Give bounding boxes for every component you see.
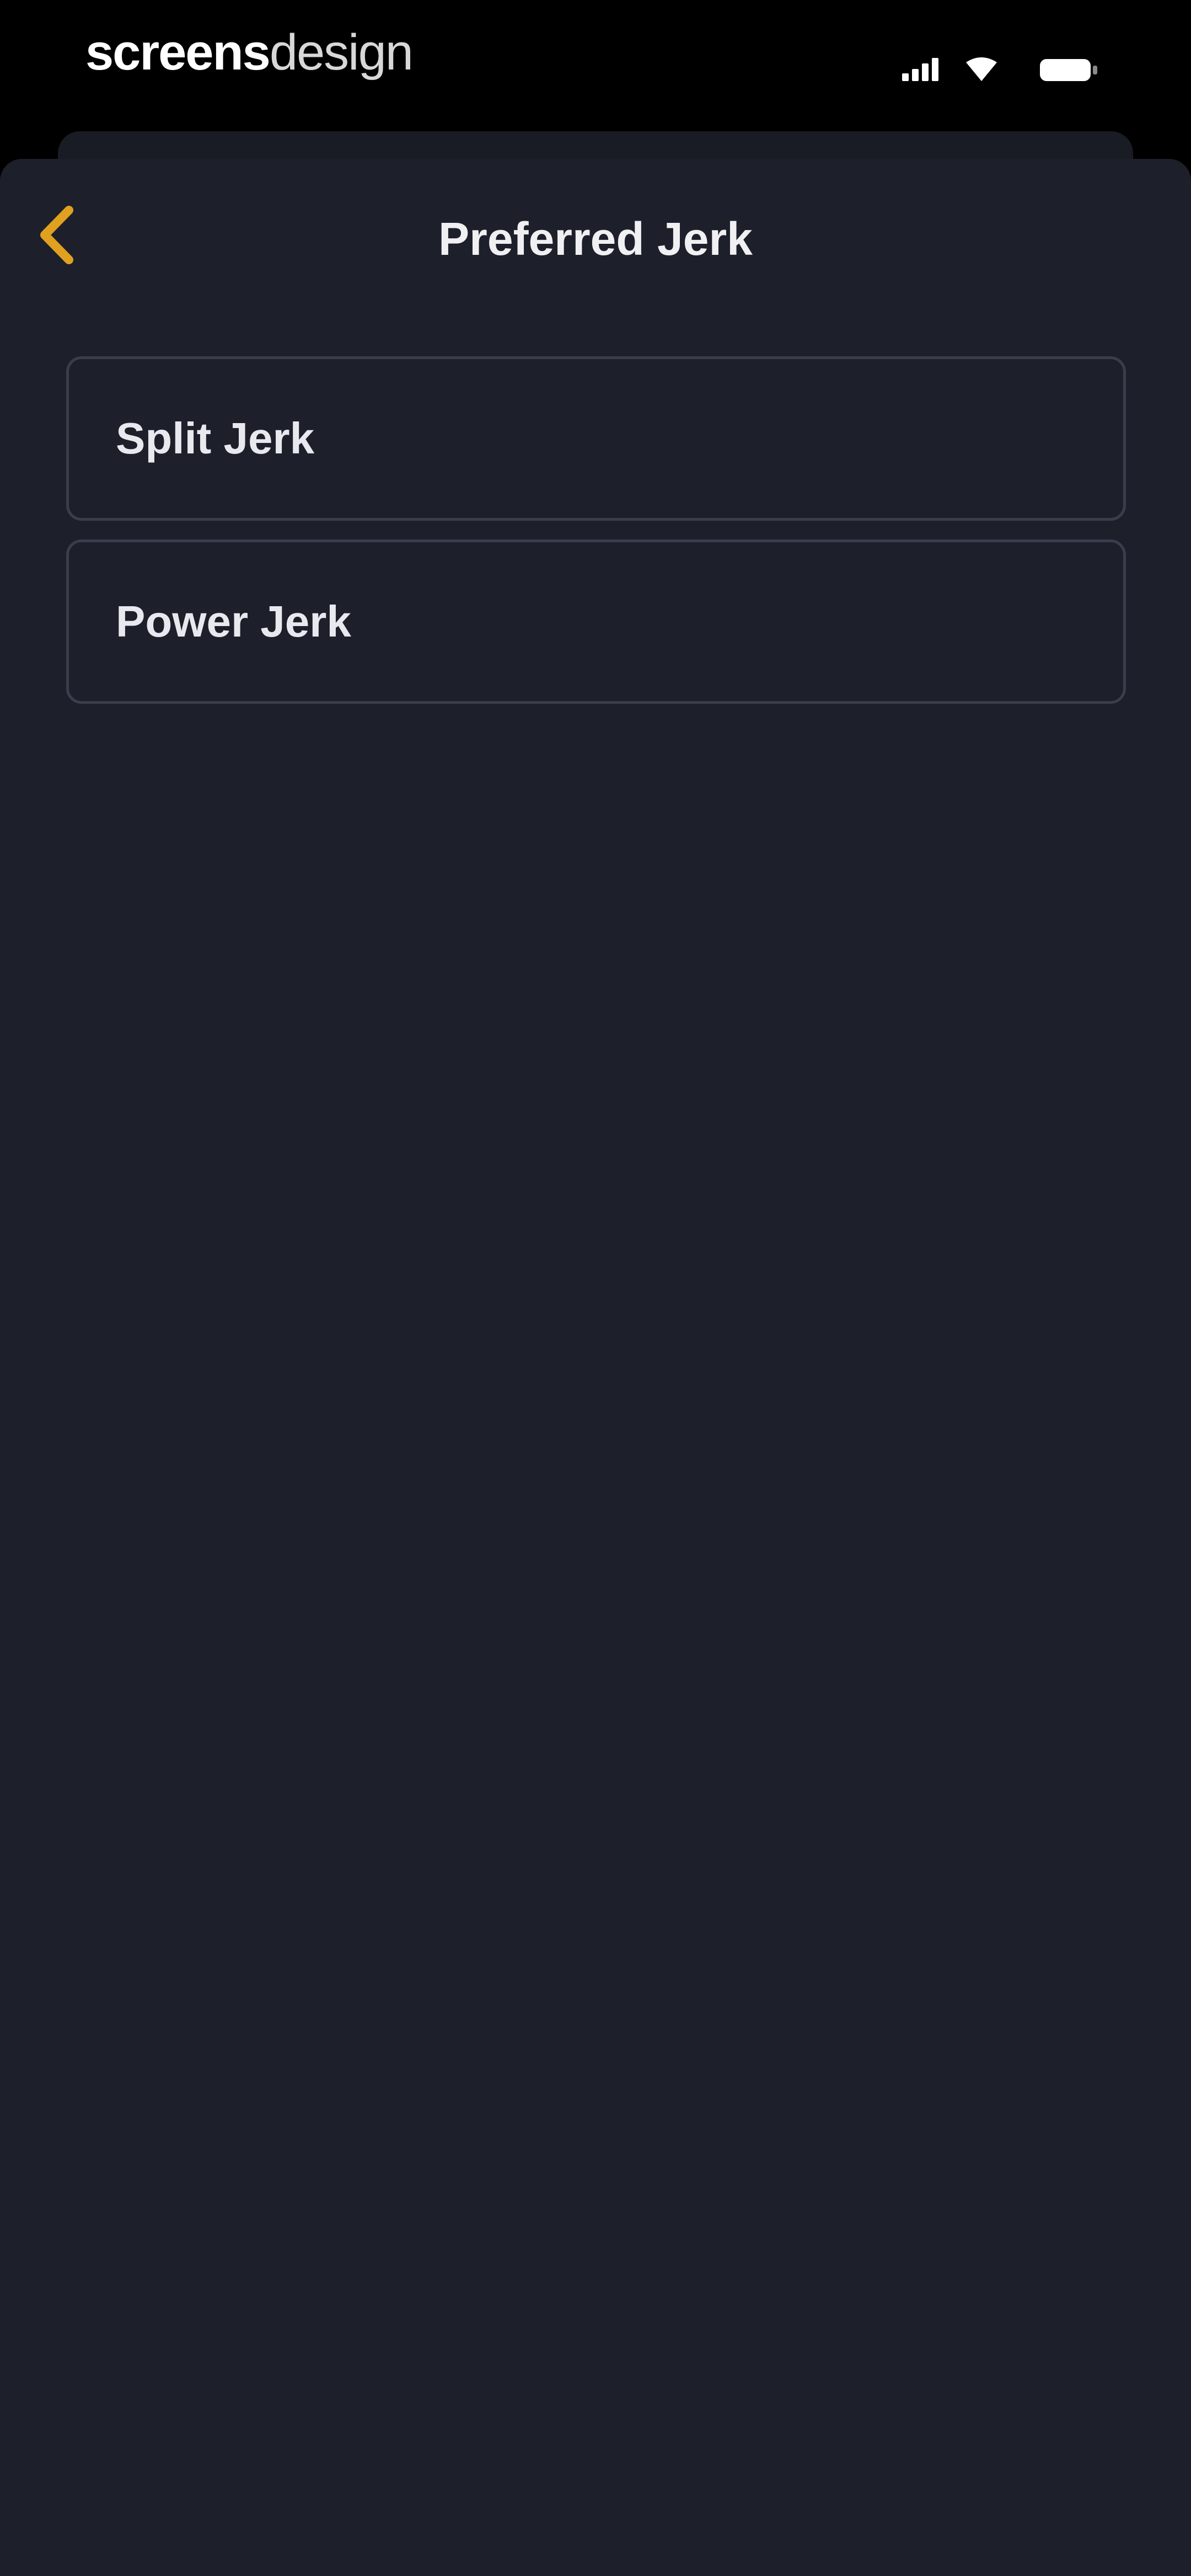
option-label: Power Jerk: [116, 597, 351, 646]
brand-text-light: design: [269, 24, 414, 81]
status-bar: screensdesign: [0, 0, 1191, 138]
option-split-jerk[interactable]: Split Jerk: [66, 356, 1126, 521]
options-list: Split Jerk Power Jerk: [66, 356, 1126, 723]
chevron-left-icon: [36, 205, 80, 268]
brand-text-bold: screens: [85, 24, 271, 81]
modal-sheet: Preferred Jerk Split Jerk Power Jerk: [0, 159, 1191, 2576]
cellular-signal-icon: [902, 58, 938, 81]
wifi-icon: [966, 57, 997, 81]
option-power-jerk[interactable]: Power Jerk: [66, 539, 1126, 704]
option-label: Split Jerk: [116, 414, 315, 463]
battery-icon: [1040, 59, 1097, 81]
navigation-bar: Preferred Jerk: [0, 159, 1191, 319]
page-title: Preferred Jerk: [438, 213, 753, 265]
brand-watermark: screensdesign: [85, 22, 414, 83]
status-icons: [899, 52, 1119, 85]
back-button[interactable]: [22, 200, 94, 272]
